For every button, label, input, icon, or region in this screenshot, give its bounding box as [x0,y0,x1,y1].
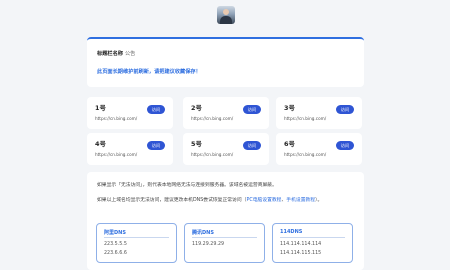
site-url[interactable]: https://cn.bing.com/ [191,116,233,121]
avatar-body [220,16,232,24]
dns-divider [280,237,345,238]
site-name: 1号 [95,104,106,112]
dns-box-114: 114DNS 114.114.114.114 114.114.115.115 [272,223,353,263]
help-text-2-prefix: 如果以上域名均显示无法访问，建议更改本机DNS尝试恢复正常访问（ [97,198,247,203]
dns-primary-ip: 119.29.29.29 [192,242,225,247]
dns-divider [192,237,257,238]
site-url[interactable]: https://cn.bing.com/ [95,152,137,157]
visit-button[interactable]: 访问 [243,105,261,114]
visit-button[interactable]: 访问 [243,141,261,150]
site-url[interactable]: https://cn.bing.com/ [95,116,137,121]
notice-card: 标题栏名称 公告 此页面长期维护前刷新，请把建议收藏保存！ [87,37,364,87]
dns-primary-ip: 223.5.5.5 [104,242,127,247]
notice-title-row: 标题栏名称 公告 [97,50,135,57]
help-text-1: 如果显示「无法访问」，则代表本地网络无法与连接到服务器。该域名被运营商屏蔽。 [97,183,277,188]
dns-secondary-ip: 114.114.115.115 [280,251,322,256]
visit-button[interactable]: 访问 [147,141,165,150]
site-url[interactable]: https://cn.bing.com/ [191,152,233,157]
help-card: 如果显示「无法访问」，则代表本地网络无法与连接到服务器。该域名被运营商屏蔽。 如… [87,172,364,270]
site-name: 5号 [191,140,202,148]
visit-button[interactable]: 访问 [336,105,354,114]
dns-box-ali: 阿里DNS 223.5.5.5 223.6.6.6 [96,223,177,263]
notice-title: 标题栏名称 [97,51,123,57]
visit-button[interactable]: 访问 [336,141,354,150]
dns-name: 阿里DNS [104,230,126,236]
pc-tutorial-link[interactable]: PC电脑设置教程 [246,198,281,203]
notice-tag: 公告 [124,51,136,57]
help-text-2: 如果以上域名均显示无法访问，建议更改本机DNS尝试恢复正常访问（PC电脑设置教程… [97,197,357,205]
dns-secondary-ip: 223.6.6.6 [104,251,127,256]
site-card-6: 6号 https://cn.bing.com/ 访问 [276,133,362,165]
dns-divider [104,237,169,238]
dns-primary-ip: 114.114.114.114 [280,242,322,247]
dns-name: 腾讯DNS [192,230,214,236]
mobile-tutorial-link[interactable]: 手机设置教程 [286,198,315,203]
site-name: 2号 [191,104,202,112]
site-url[interactable]: https://cn.bing.com/ [284,116,326,121]
avatar [217,6,235,24]
site-card-3: 3号 https://cn.bing.com/ 访问 [276,97,362,129]
dns-name: 114DNS [280,229,303,235]
avatar-head [223,9,229,15]
dns-box-tencent: 腾讯DNS 119.29.29.29 [184,223,265,263]
site-card-4: 4号 https://cn.bing.com/ 访问 [87,133,173,165]
notice-message: 此页面长期维护前刷新，请把建议收藏保存！ [97,69,201,75]
site-card-2: 2号 https://cn.bing.com/ 访问 [183,97,269,129]
site-name: 6号 [284,140,295,148]
site-name: 4号 [95,140,106,148]
site-name: 3号 [284,104,295,112]
site-card-5: 5号 https://cn.bing.com/ 访问 [183,133,269,165]
site-url[interactable]: https://cn.bing.com/ [284,152,326,157]
visit-button[interactable]: 访问 [147,105,165,114]
help-text-2-suffix: ）。 [315,198,323,203]
site-card-1: 1号 https://cn.bing.com/ 访问 [87,97,173,129]
